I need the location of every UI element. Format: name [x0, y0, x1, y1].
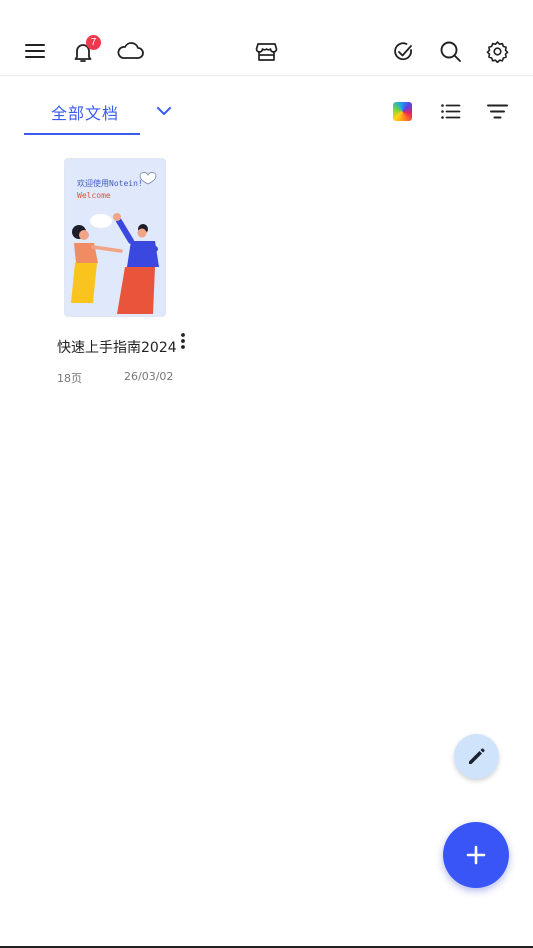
menu-icon[interactable] [24, 40, 46, 62]
list-view-icon[interactable] [440, 102, 461, 121]
search-icon[interactable] [439, 40, 462, 63]
document-thumbnail[interactable]: 欢迎使用Notein! Welcome [65, 159, 165, 316]
document-date: 26/03/02 [124, 370, 174, 383]
document-title[interactable]: 快速上手指南2024 [57, 337, 177, 357]
cloud-icon[interactable] [116, 40, 144, 62]
more-vertical-icon[interactable] [176, 332, 190, 350]
pencil-icon [469, 748, 485, 764]
create-document-button[interactable] [443, 822, 509, 888]
quick-note-button[interactable] [454, 734, 499, 779]
thumbnail-subheading: Welcome [77, 191, 111, 200]
top-bar: 7 [0, 0, 533, 76]
sort-filter-icon[interactable] [486, 102, 509, 121]
chevron-down-icon[interactable] [155, 104, 173, 118]
notification-badge: 7 [86, 35, 101, 50]
color-filter-icon[interactable] [393, 102, 412, 121]
check-circle-icon[interactable] [392, 41, 414, 63]
tab-all-documents[interactable]: 全部文档 [51, 100, 119, 124]
document-page-count: 18页 [57, 372, 82, 385]
plus-icon [466, 845, 486, 865]
thumbnail-heading: 欢迎使用Notein! [77, 179, 143, 188]
store-icon[interactable] [255, 40, 278, 63]
settings-icon[interactable] [486, 40, 509, 63]
tab-underline [24, 133, 140, 135]
